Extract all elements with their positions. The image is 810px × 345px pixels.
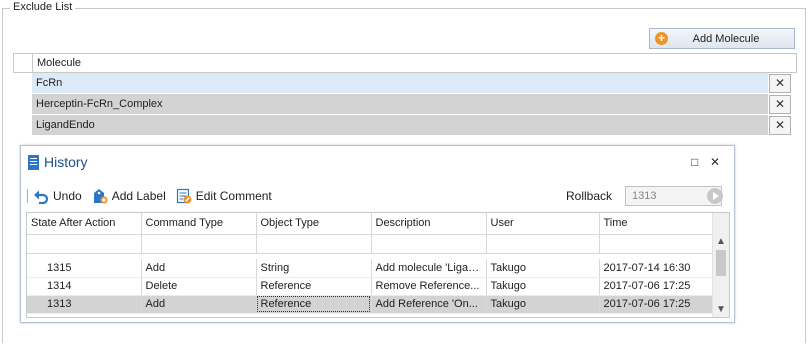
close-icon: ✕	[774, 97, 786, 111]
play-icon[interactable]	[707, 188, 723, 204]
cell-command-type[interactable]: Add	[141, 295, 257, 314]
molecule-name[interactable]: Herceptin-FcRn_Complex	[32, 94, 768, 115]
molecule-grid-header: Molecule	[13, 53, 797, 73]
history-title-text: History	[44, 154, 88, 170]
plus-circle-icon: +	[655, 32, 668, 45]
history-title: History	[28, 154, 88, 170]
table-row[interactable]: 1315 Add String Add molecule 'Ligan... T…	[27, 259, 714, 278]
add-molecule-label: Add Molecule	[692, 32, 760, 45]
exclude-list-title: Exclude List	[10, 1, 76, 13]
delete-molecule-button[interactable]: ✕	[769, 74, 791, 93]
edit-comment-button[interactable]: Edit Comment	[176, 188, 272, 204]
molecule-row[interactable]: Herceptin-FcRn_Complex ✕	[13, 94, 797, 115]
edit-comment-icon	[176, 188, 192, 204]
scroll-down-icon[interactable]: ▼	[713, 303, 729, 317]
column-header-object-type[interactable]: Object Type	[256, 213, 372, 235]
document-list-icon	[28, 154, 39, 170]
close-icon: ✕	[774, 118, 786, 132]
cell-time[interactable]: 2017-07-06 17:25	[599, 277, 714, 296]
delete-molecule-button[interactable]: ✕	[769, 116, 791, 135]
cell-description[interactable]: Add Reference 'On...	[371, 295, 487, 314]
undo-arrow-icon	[34, 190, 49, 204]
table-row-selected[interactable]: 1313 Add Reference Add Reference 'On... …	[27, 295, 714, 314]
cell-user[interactable]: Takugo	[486, 259, 600, 278]
edit-comment-label: Edit Comment	[195, 189, 272, 203]
rollback-label: Rollback	[566, 189, 613, 203]
cell-user[interactable]: Takugo	[486, 295, 600, 314]
row-selector[interactable]	[13, 115, 32, 136]
toolbar-grip	[27, 189, 28, 203]
cell-time[interactable]: 2017-07-14 16:30	[599, 259, 714, 278]
undo-label: Undo	[53, 189, 82, 203]
molecule-grid: Molecule FcRn ✕ Herceptin-FcRn_Complex ✕…	[13, 53, 797, 136]
filter-cell[interactable]	[486, 234, 600, 254]
history-table: State After Action Command Type Object T…	[27, 213, 714, 314]
cell-user[interactable]: Takugo	[486, 277, 600, 296]
scroll-up-icon[interactable]: ▲	[713, 235, 729, 249]
table-row[interactable]: 1314 Delete Reference Remove Reference..…	[27, 277, 714, 296]
add-label-text: Add Label	[111, 189, 166, 203]
molecule-name[interactable]: FcRn	[32, 73, 768, 94]
cell-command-type[interactable]: Delete	[141, 277, 257, 296]
filter-cell[interactable]	[599, 234, 714, 254]
filter-cell[interactable]	[256, 234, 372, 254]
cell-object-type[interactable]: String	[256, 259, 372, 278]
close-icon: ✕	[774, 76, 786, 90]
filter-cell[interactable]	[371, 234, 487, 254]
cell-time[interactable]: 2017-07-06 17:25	[599, 295, 714, 314]
undo-button[interactable]: Undo	[33, 188, 82, 204]
column-header-time[interactable]: Time	[599, 213, 714, 235]
filter-cell[interactable]	[141, 234, 257, 254]
vertical-scrollbar[interactable]: ▲ ▼	[712, 213, 729, 317]
cell-state[interactable]: 1315	[27, 259, 142, 278]
history-panel: History □ ✕ Undo Add Label Edit Comment …	[20, 145, 735, 323]
molecule-row[interactable]: FcRn ✕	[13, 73, 797, 94]
add-label-button[interactable]: Add Label	[92, 188, 166, 204]
scroll-thumb[interactable]	[716, 250, 726, 276]
filter-row	[27, 234, 714, 254]
column-header-user[interactable]: User	[486, 213, 600, 235]
filter-cell[interactable]	[27, 234, 142, 254]
column-header-state[interactable]: State After Action	[27, 213, 142, 235]
cell-description[interactable]: Add molecule 'Ligan...	[371, 259, 487, 278]
cell-state[interactable]: 1314	[27, 277, 142, 296]
close-icon[interactable]: ✕	[710, 155, 720, 169]
cell-state[interactable]: 1313	[27, 295, 142, 314]
cell-command-type[interactable]: Add	[141, 259, 257, 278]
column-header-command-type[interactable]: Command Type	[141, 213, 257, 235]
column-header-molecule[interactable]: Molecule	[33, 54, 85, 72]
cell-object-type[interactable]: Reference	[256, 277, 372, 296]
add-molecule-button[interactable]: + Add Molecule	[649, 28, 795, 49]
history-grid: State After Action Command Type Object T…	[26, 212, 730, 318]
delete-molecule-button[interactable]: ✕	[769, 95, 791, 114]
history-toolbar: Undo Add Label Edit Comment	[27, 186, 727, 206]
tag-add-icon	[93, 189, 108, 204]
row-selector-header	[14, 54, 33, 72]
column-header-description[interactable]: Description	[371, 213, 487, 235]
row-selector[interactable]	[13, 94, 32, 115]
cell-description[interactable]: Remove Reference...	[371, 277, 487, 296]
maximize-icon[interactable]: □	[691, 155, 698, 169]
molecule-name[interactable]: LigandEndo	[32, 115, 768, 136]
molecule-row[interactable]: LigandEndo ✕	[13, 115, 797, 136]
row-selector[interactable]	[13, 73, 32, 94]
cell-object-type[interactable]: Reference	[256, 295, 372, 314]
